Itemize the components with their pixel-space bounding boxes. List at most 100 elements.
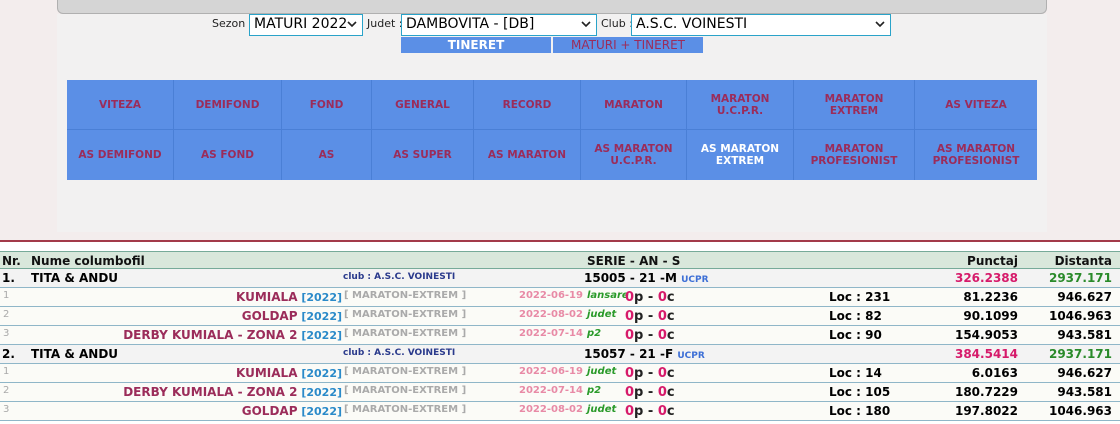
race-date: 2022-06-19 [519, 290, 583, 301]
race-year: [2022] [301, 405, 342, 418]
table-row[interactable]: 2. TITA & ANDU club : A.S.C. VOINESTI 15… [0, 345, 1120, 364]
race-c: 0 [657, 328, 667, 343]
club-value: A.S.C. VOINESTI [636, 16, 748, 32]
race-dist: 1046.963 [1048, 309, 1112, 323]
category-maraton-profesionist[interactable]: MARATON PROFESIONIST [794, 130, 915, 180]
entry-punctaj: 326.2388 [954, 271, 1018, 285]
entry-distanta: 2937.171 [1048, 347, 1112, 361]
chevron-down-icon [875, 21, 885, 28]
chevron-down-icon [581, 21, 591, 28]
race-loc: Loc : 90 [829, 328, 882, 342]
race-dist: 943.581 [1057, 385, 1112, 399]
entry-distanta: 2937.171 [1048, 271, 1112, 285]
club-select[interactable]: A.S.C. VOINESTI [631, 14, 891, 36]
race-p: 0 [625, 309, 635, 324]
judet-select[interactable]: DAMBOVITA - [DB] [401, 14, 597, 36]
race-idx: 1 [3, 290, 10, 301]
category-grid: VITEZA DEMIFOND FOND GENERAL RECORD MARA… [67, 80, 1037, 180]
race-kind: p2 [587, 385, 602, 396]
race-p-unit: p - [634, 290, 654, 305]
race-loc: Loc : 105 [829, 385, 891, 399]
separator [0, 240, 1120, 242]
race-points: 197.8022 [954, 404, 1018, 418]
category-demifond[interactable]: DEMIFOND [174, 80, 282, 130]
race-dist: 946.627 [1057, 366, 1112, 380]
entry-serie: 15005 - 21 -M [584, 271, 677, 285]
header-serie: SERIE - AN - S [587, 254, 681, 268]
race-type: [ MARATON-EXTREM ] [344, 385, 467, 396]
tab-maturi-tineret[interactable]: MATURI + TINERET [553, 37, 703, 53]
race-idx: 1 [3, 366, 10, 377]
category-general[interactable]: GENERAL [372, 80, 474, 130]
category-record[interactable]: RECORD [474, 80, 581, 130]
race-dist: 1046.963 [1048, 404, 1112, 418]
race-p: 0 [625, 290, 635, 305]
tab-tineret[interactable]: TINERET [401, 37, 551, 53]
race-p: 0 [625, 366, 635, 381]
race-kind: judet [587, 404, 617, 415]
race-c-unit: c [666, 366, 675, 381]
race-points: 180.7229 [954, 385, 1018, 399]
race-kind: judet [587, 366, 617, 377]
category-as-viteza[interactable]: AS VITEZA [915, 80, 1037, 130]
category-as-maraton-profesionist[interactable]: AS MARATON PROFESIONIST [915, 130, 1037, 180]
race-type: [ MARATON-EXTREM ] [344, 290, 467, 301]
category-maraton-ucpr[interactable]: MARATON U.C.P.R. [687, 80, 794, 130]
judet-label: Judet : [367, 17, 403, 30]
race-idx: 2 [3, 385, 10, 396]
category-as-super[interactable]: AS SUPER [372, 130, 474, 180]
race-date: 2022-07-14 [519, 385, 583, 396]
sezon-select[interactable]: MATURI 2022 [249, 14, 363, 36]
category-maraton[interactable]: MARATON [581, 80, 687, 130]
race-year: [2022] [301, 367, 342, 380]
race-idx: 3 [3, 404, 10, 415]
category-as-maraton-ucpr[interactable]: AS MARATON U.C.P.R. [581, 130, 687, 180]
race-row: 1 KUMIALA [2022] [ MARATON-EXTREM ] 2022… [0, 364, 1120, 383]
entry-serie: 15057 - 21 -F [584, 347, 674, 361]
ucpr-badge: UCPR [681, 275, 709, 285]
race-kind: p2 [587, 328, 602, 339]
race-year: [2022] [301, 386, 342, 399]
race-type: [ MARATON-EXTREM ] [344, 328, 467, 339]
race-c-unit: c [666, 309, 675, 324]
header-nr: Nr. [2, 254, 21, 268]
race-c-unit: c [666, 328, 675, 343]
category-maraton-extrem[interactable]: MARATON EXTREM [794, 80, 915, 130]
race-year: [2022] [301, 291, 342, 304]
ucpr-badge: UCPR [677, 351, 705, 361]
race-name: GOLDAP [241, 404, 298, 418]
race-name: KUMIALA [236, 366, 298, 380]
race-p: 0 [625, 385, 635, 400]
category-as-maraton-extrem[interactable]: AS MARATON EXTREM [687, 130, 794, 180]
race-idx: 2 [3, 309, 10, 320]
sezon-value: MATURI 2022 [254, 16, 348, 32]
race-loc: Loc : 82 [829, 309, 882, 323]
race-c-unit: c [666, 385, 675, 400]
club-label: Club : [601, 17, 633, 30]
race-date: 2022-06-19 [519, 366, 583, 377]
category-as-demifond[interactable]: AS DEMIFOND [67, 130, 174, 180]
category-as[interactable]: AS [282, 130, 372, 180]
race-name: DERBY KUMIALA - ZONA 2 [123, 328, 298, 342]
category-as-fond[interactable]: AS FOND [174, 130, 282, 180]
race-c: 0 [657, 309, 667, 324]
race-c: 0 [657, 366, 667, 381]
race-type: [ MARATON-EXTREM ] [344, 404, 467, 415]
table-row[interactable]: 1. TITA & ANDU club : A.S.C. VOINESTI 15… [0, 269, 1120, 288]
top-bar [57, 0, 1047, 14]
race-p-unit: p - [634, 309, 654, 324]
race-points: 81.2236 [963, 290, 1018, 304]
category-fond[interactable]: FOND [282, 80, 372, 130]
race-type: [ MARATON-EXTREM ] [344, 366, 467, 377]
entry-club: club : A.S.C. VOINESTI [343, 348, 456, 358]
race-c: 0 [657, 404, 667, 419]
race-row: 2 DERBY KUMIALA - ZONA 2 [2022] [ MARATO… [0, 383, 1120, 402]
race-points: 154.9053 [954, 328, 1018, 342]
entry-punctaj: 384.5414 [954, 347, 1018, 361]
race-name: KUMIALA [236, 290, 298, 304]
category-viteza[interactable]: VITEZA [67, 80, 174, 130]
race-kind: lansare [587, 290, 629, 301]
category-as-maraton[interactable]: AS MARATON [474, 130, 581, 180]
race-c: 0 [657, 290, 667, 305]
race-name: GOLDAP [241, 309, 298, 323]
